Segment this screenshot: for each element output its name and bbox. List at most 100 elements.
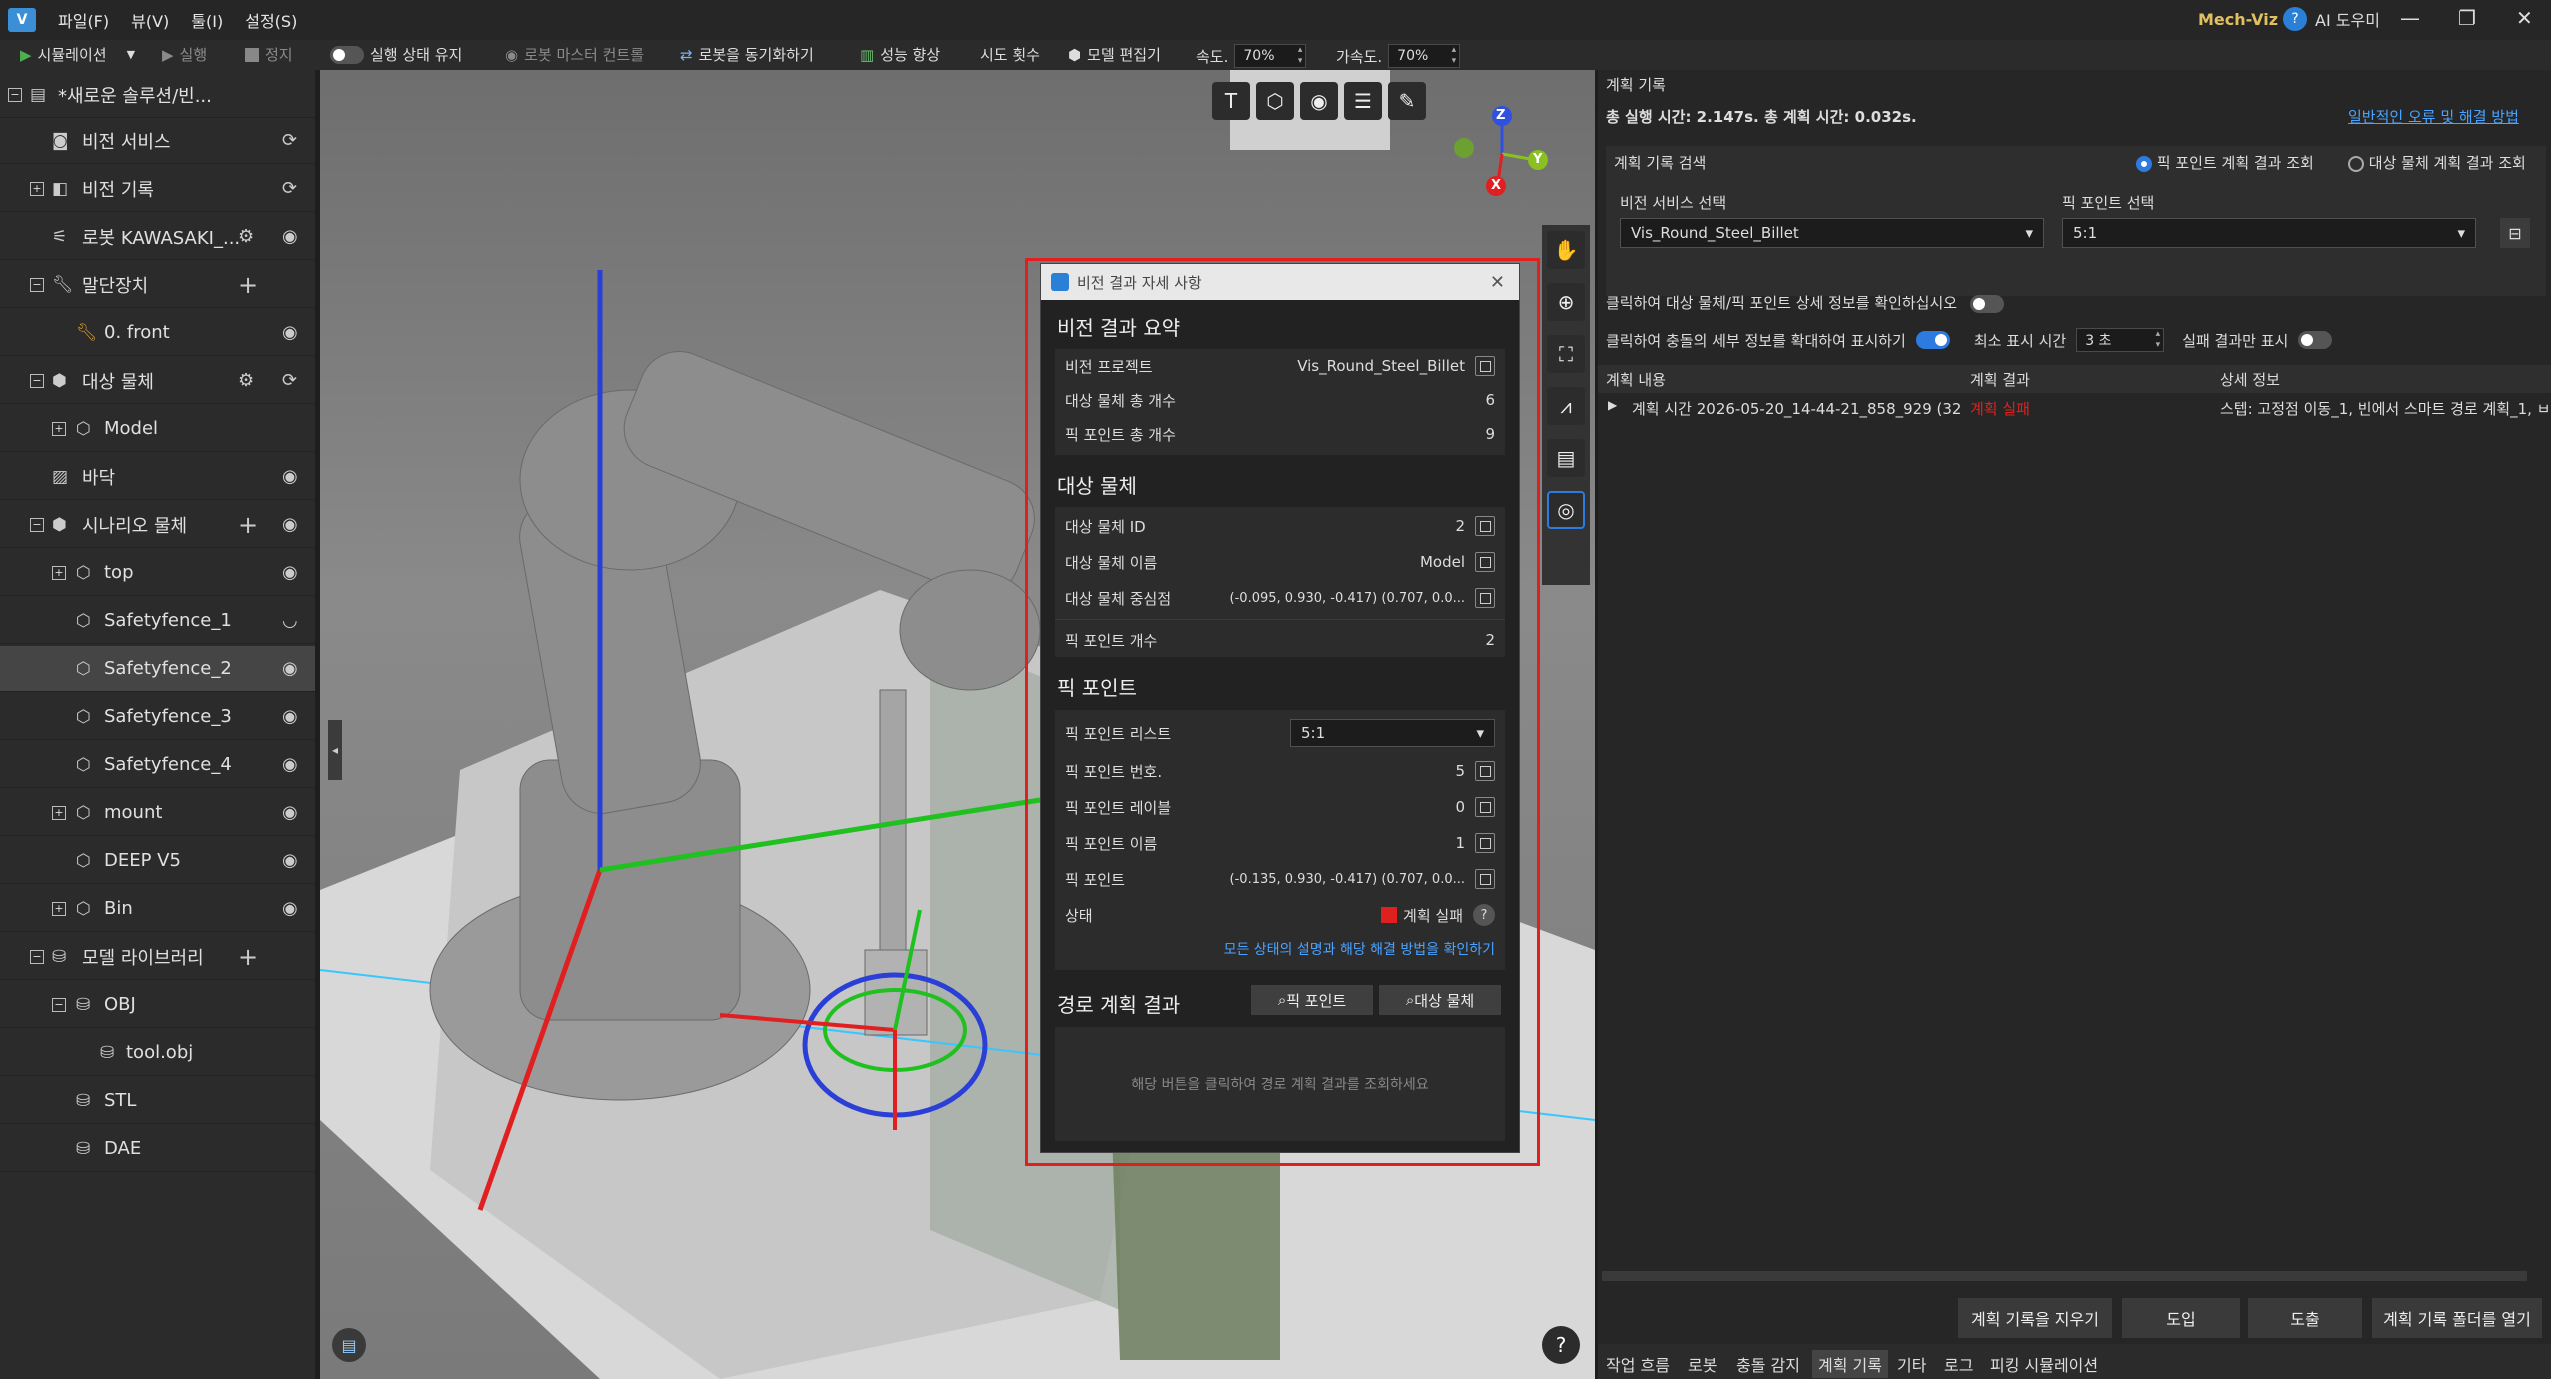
accel-input[interactable]: 70% [1388, 44, 1461, 68]
menu-tools[interactable]: 툴(I) [191, 8, 223, 32]
copy-icon[interactable] [1475, 552, 1495, 572]
expand-icon[interactable]: + [52, 805, 66, 820]
perspective-icon[interactable]: ⩘ [1547, 387, 1585, 425]
copy-icon[interactable] [1475, 761, 1495, 781]
tree-item-floor[interactable]: ▨ 바닥 ◉ [0, 454, 315, 500]
settings-icon[interactable]: ⚙ [238, 226, 254, 247]
import-button[interactable]: 도입 [2122, 1298, 2240, 1338]
refresh-icon[interactable]: ⟳ [282, 178, 297, 199]
refresh-icon[interactable]: ⟳ [282, 370, 297, 391]
copy-icon[interactable] [1475, 516, 1495, 536]
min-time-input[interactable]: 3 초 [2076, 328, 2165, 352]
eye-icon[interactable]: ◉ [282, 514, 298, 535]
simulate-button[interactable]: ▶ 시뮬레이션 ▼ [20, 44, 135, 65]
chevron-down-icon[interactable]: ▼ [127, 48, 135, 61]
eye-icon[interactable]: ◉ [282, 466, 298, 487]
robot-master-button[interactable]: ◉ 로봇 마스터 컨트롤 [505, 44, 644, 65]
expand-icon[interactable]: + [52, 565, 66, 580]
tree-item-model-library[interactable]: − ⛁ 모델 라이브러리 + [0, 934, 315, 980]
close-icon[interactable]: ✕ [2516, 6, 2533, 30]
zoom-icon[interactable]: ⊕ [1547, 283, 1585, 321]
pick-point-select[interactable]: 5:1 [2062, 218, 2476, 248]
tree-item-solution[interactable]: − ▤ *새로운 솔루션/빈... [0, 72, 315, 118]
collapse-icon[interactable]: − [8, 87, 22, 102]
expand-icon[interactable]: + [52, 421, 66, 436]
tree-item-safetyfence-4[interactable]: ⬡ Safetyfence_4 ◉ [0, 742, 315, 788]
tree-item-model[interactable]: + ⬡ Model [0, 406, 315, 452]
tree-item-end-effector[interactable]: − 🔧︎ 말단장치 + [0, 262, 315, 308]
eye-icon[interactable]: ◉ [282, 322, 298, 343]
tree-item-bin[interactable]: + ⬡ Bin ◉ [0, 886, 315, 932]
tree-item-front[interactable]: 🔧︎ 0. front ◉ [0, 310, 315, 356]
tree-item-safetyfence-3[interactable]: ⬡ Safetyfence_3 ◉ [0, 694, 315, 740]
tab-plan-history[interactable]: 계획 기록 [1812, 1350, 1888, 1378]
export-button[interactable]: 도출 [2248, 1298, 2362, 1338]
tree-item-vision-service[interactable]: ◙ 비전 서비스 ⟳ [0, 118, 315, 164]
tree-item-safetyfence-1[interactable]: ⬡ Safetyfence_1 ◡ [0, 598, 315, 644]
tree-item-dae[interactable]: ⛁ DAE [0, 1126, 315, 1172]
menu-view[interactable]: 뷰(V) [131, 8, 169, 32]
collapse-icon[interactable]: − [30, 277, 44, 292]
expand-icon[interactable]: + [52, 901, 66, 916]
help-link[interactable]: 일반적인 오류 및 해결 방법 [2348, 106, 2519, 127]
ai-assistant-button[interactable]: ? AI 도우미 [2283, 7, 2380, 31]
copy-icon[interactable] [1475, 869, 1495, 889]
text-tool-icon[interactable]: T [1212, 82, 1250, 120]
pick-list-select[interactable]: 5:1 [1290, 719, 1495, 747]
tab-workflow[interactable]: 작업 흐름 [1606, 1352, 1670, 1376]
fit-view-icon[interactable]: ⛶ [1547, 335, 1585, 373]
fail-only-switch[interactable] [2298, 331, 2333, 349]
copy-icon[interactable] [1475, 833, 1495, 853]
open-folder-button[interactable]: 계획 기록 폴더를 열기 [2372, 1298, 2542, 1338]
performance-button[interactable]: ▥ 성능 향상 [860, 44, 940, 65]
tab-other[interactable]: 기타 [1897, 1352, 1926, 1376]
radio-pick[interactable]: 픽 포인트 계획 결과 조회 [2136, 152, 2314, 173]
col-header-detail[interactable]: 상세 정보 [2220, 369, 2280, 390]
clear-history-button[interactable]: 계획 기록을 지우기 [1958, 1298, 2112, 1338]
status-help-link[interactable]: 모든 상태의 설명과 해당 해결 방법을 확인하기 [1224, 939, 1495, 959]
expand-icon[interactable]: + [30, 181, 44, 196]
keep-state-switch[interactable] [330, 45, 364, 64]
tab-picking-sim[interactable]: 피킹 시뮬레이션 [1990, 1352, 2098, 1376]
radio-object[interactable]: 대상 물체 계획 결과 조회 [2348, 152, 2526, 173]
menu-settings[interactable]: 설정(S) [245, 8, 297, 32]
close-icon[interactable]: ✕ [1490, 272, 1505, 293]
eye-icon[interactable]: ◉ [282, 850, 298, 871]
cube-view-icon[interactable]: ⬡ [1256, 82, 1294, 120]
tree-item-safetyfence-2[interactable]: ⬡ Safetyfence_2 ◉ [0, 646, 315, 692]
tree-item-top[interactable]: + ⬡ top ◉ [0, 550, 315, 596]
eye-icon[interactable]: ◉ [282, 226, 298, 247]
col-header-content[interactable]: 계획 내용 [1606, 369, 1666, 390]
basket-icon[interactable]: ⊟ [2500, 218, 2530, 248]
tree-item-robot[interactable]: ⚟ 로봇 KAWASAKI_... ⚙ ◉ [0, 214, 315, 260]
collapse-icon[interactable]: − [30, 373, 44, 388]
visibility-icon[interactable]: ◉ [1300, 82, 1338, 120]
keep-state-toggle[interactable]: 실행 상태 유지 [330, 44, 462, 65]
tree-item-vision-history[interactable]: + ◧ 비전 기록 ⟳ [0, 166, 315, 212]
sync-robot-button[interactable]: ⇄ 로봇을 동기화하기 [680, 44, 814, 65]
view-object-button[interactable]: ⌕ 대상 물체 [1379, 985, 1501, 1015]
tree-item-scene-objects[interactable]: − ⬢ 시나리오 물체 + ◉ [0, 502, 315, 548]
add-icon[interactable]: + [238, 271, 258, 299]
measure-icon[interactable]: ✎ [1388, 82, 1426, 120]
list-icon[interactable]: ☰ [1344, 82, 1382, 120]
eye-icon[interactable]: ◉ [282, 562, 298, 583]
copy-icon[interactable] [1475, 797, 1495, 817]
tab-collision[interactable]: 충돌 감지 [1736, 1352, 1800, 1376]
collision-toggle-switch[interactable] [1915, 331, 1950, 349]
restore-icon[interactable]: ❐ [2458, 6, 2476, 30]
vision-result-icon[interactable]: ◎ [1547, 491, 1585, 529]
model-edit-button[interactable]: ⬢ 모델 편집기 [1068, 44, 1161, 65]
refresh-icon[interactable]: ⟳ [282, 130, 297, 151]
eye-icon[interactable]: ◉ [282, 658, 298, 679]
eye-closed-icon[interactable]: ◡ [282, 610, 298, 631]
add-icon[interactable]: + [238, 943, 258, 971]
collapse-sidebar-handle[interactable]: ◂ [328, 720, 342, 780]
stop-button[interactable]: 정지 [245, 44, 293, 65]
minimize-icon[interactable]: — [2400, 6, 2420, 30]
help-icon[interactable]: ? [1473, 904, 1495, 926]
table-row[interactable]: ▶ 계획 시간 2026-05-20_14-44-21_858_929 (32.… [1598, 394, 2551, 422]
detail-toggle-switch[interactable] [1969, 294, 2004, 313]
run-button[interactable]: ▶ 실행 [162, 44, 207, 65]
collapse-icon[interactable]: − [30, 949, 44, 964]
